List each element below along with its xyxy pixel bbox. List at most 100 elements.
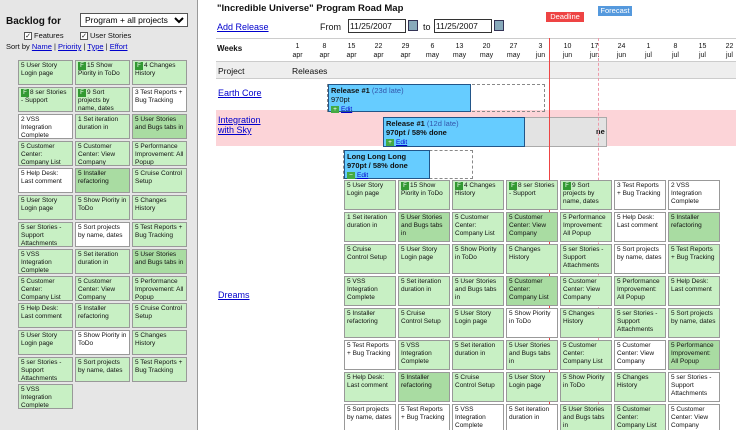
story-card[interactable]: 5 Help Desk: Last comment <box>18 303 73 328</box>
story-card[interactable]: 5 Test Reports + Bug Tracking <box>344 340 396 370</box>
story-card[interactable]: 5 VSS Integration Complete <box>18 249 73 274</box>
story-card[interactable]: 5 ser Stories - Support Attachments <box>668 372 720 402</box>
story-card[interactable]: 5 User Story Login page <box>344 180 396 210</box>
story-card[interactable]: 5 Customer Center: View Company <box>75 141 130 166</box>
story-card[interactable]: 1 Set iteration duration in <box>344 212 396 242</box>
story-card[interactable]: 5 Customer Center: Company List <box>614 404 666 430</box>
story-card[interactable]: 5 Set iteration duration in <box>452 340 504 370</box>
story-card[interactable]: 5 VSS Integration Complete <box>452 404 504 430</box>
story-card[interactable]: 5 Changes History <box>132 330 187 355</box>
add-icon[interactable]: − <box>347 172 355 179</box>
sort-type-link[interactable]: Type <box>87 42 103 51</box>
features-checkbox[interactable]: ✓ <box>24 31 32 40</box>
story-card[interactable]: 5 Installer refactoring <box>75 303 130 328</box>
story-card[interactable]: 5 VSS Integration Complete <box>398 340 450 370</box>
story-card[interactable]: F4 Changes History <box>452 180 504 210</box>
edit-link[interactable]: Edit <box>341 106 352 113</box>
add-release-link[interactable]: Add Release <box>217 22 269 32</box>
story-card[interactable]: 5 Changes History <box>560 308 612 338</box>
sort-effort-link[interactable]: Effort <box>110 42 128 51</box>
story-card[interactable]: F8 ser Stories - Support <box>506 180 558 210</box>
story-card[interactable]: F9 Sort projects by name, dates <box>560 180 612 210</box>
project-earth-core[interactable]: Earth Core <box>218 88 262 98</box>
story-card[interactable]: 2 VSS Integration Complete <box>668 180 720 210</box>
story-card[interactable]: 5 Sort projects by name, dates <box>614 244 666 274</box>
story-card[interactable]: 5 ser Stories - Support Attachments <box>18 222 73 247</box>
story-card[interactable]: 1 Set iteration duration in <box>75 114 130 139</box>
story-card[interactable]: 5 Help Desk: Last comment <box>18 168 73 193</box>
story-card[interactable]: 5 Customer Center: View Company <box>614 340 666 370</box>
story-card[interactable]: 3 Test Reports + Bug Tracking <box>132 87 187 112</box>
story-card[interactable]: 5 Show Piority in ToDo <box>452 244 504 274</box>
story-card[interactable]: 5 Cruise Control Setup <box>132 168 187 193</box>
story-card[interactable]: 5 User Story Login page <box>398 244 450 274</box>
edit-link[interactable]: Edit <box>396 139 407 146</box>
story-card[interactable]: 5 Performance Improvement: All Popup <box>132 141 187 166</box>
story-card[interactable]: 5 Cruise Control Setup <box>398 308 450 338</box>
story-card[interactable]: 5 Installer refactoring <box>668 212 720 242</box>
story-card[interactable]: 3 Test Reports + Bug Tracking <box>614 180 666 210</box>
sort-priority-link[interactable]: Priority <box>58 42 81 51</box>
story-card[interactable]: 5 Customer Center: View Company <box>75 276 130 301</box>
features-filter[interactable]: ✓ Features <box>24 31 64 40</box>
story-card[interactable]: 5 Customer Center: Company List <box>506 276 558 306</box>
story-card[interactable]: 5 Performance Improvement: All Popup <box>560 212 612 242</box>
story-card[interactable]: 5 Set iteration duration in <box>506 404 558 430</box>
story-card[interactable]: 5 User Stories and Bugs tabs in <box>560 404 612 430</box>
story-card[interactable]: 5 User Story Login page <box>18 330 73 355</box>
story-card[interactable]: 5 Performance Improvement: All Popup <box>614 276 666 306</box>
story-card[interactable]: 5 Installer refactoring <box>344 308 396 338</box>
story-card[interactable]: 5 ser Stories - Support Attachments <box>614 308 666 338</box>
story-card[interactable]: 5 Set iteration duration in <box>75 249 130 274</box>
story-card[interactable]: 2 VSS Integration Complete <box>18 114 73 139</box>
story-card[interactable]: 5 Customer Center: Company List <box>18 141 73 166</box>
story-card[interactable]: 5 User Story Login page <box>18 195 73 220</box>
story-card[interactable]: 5 Customer Center: View Company <box>560 276 612 306</box>
story-card[interactable]: 5 Changes History <box>132 195 187 220</box>
story-card[interactable]: 5 Sort projects by name, dates <box>668 308 720 338</box>
story-card[interactable]: 5 Show Piority in ToDo <box>506 308 558 338</box>
story-card[interactable]: 5 ser Stories - Support Attachments <box>18 357 73 382</box>
story-card[interactable]: 5 Customer Center: View Company <box>506 212 558 242</box>
story-card[interactable]: F 15 Show Piority in ToDo <box>398 180 450 210</box>
stories-filter[interactable]: ✓ User Stories <box>80 31 131 40</box>
story-card[interactable]: 5 ser Stories - Support Attachments <box>560 244 612 274</box>
story-card[interactable]: 5 User Stories and Bugs tabs in <box>506 340 558 370</box>
story-card[interactable]: 5 User Stories and Bugs tabs in <box>132 114 187 139</box>
project-dreams[interactable]: Dreams <box>218 290 250 300</box>
story-card[interactable]: 5 Show Piority in ToDo <box>560 372 612 402</box>
release-card[interactable]: Release #1 (12d late) 970pt / 58% done +… <box>383 117 525 147</box>
story-card[interactable]: 5 Installer refactoring <box>75 168 130 193</box>
project-integration-with-sky[interactable]: Integration with Sky <box>218 115 278 135</box>
story-card[interactable]: F 15 Show Piority in ToDo <box>75 60 130 85</box>
story-card[interactable]: 5 Help Desk: Last comment <box>668 276 720 306</box>
story-card[interactable]: 5 Help Desk: Last comment <box>614 212 666 242</box>
release-card[interactable]: Long Long Long 970pt / 58% done − Edit <box>344 150 430 179</box>
story-card[interactable]: 5 User Stories and Bugs tabs in <box>398 212 450 242</box>
calendar-icon[interactable] <box>408 20 418 31</box>
story-card[interactable]: 5 Customer Center: View Company <box>668 404 720 430</box>
add-icon[interactable]: + <box>386 139 394 146</box>
story-card[interactable]: 5 Customer Center: Company List <box>560 340 612 370</box>
story-card[interactable]: 5 Sort projects by name, dates <box>75 222 130 247</box>
story-card[interactable]: F4 Changes History <box>132 60 187 85</box>
add-icon[interactable]: + <box>331 106 339 113</box>
story-card[interactable]: 5 Show Piority in ToDo <box>75 330 130 355</box>
story-card[interactable]: 5 VSS Integration Complete <box>344 276 396 306</box>
story-card[interactable]: 5 Sort projects by name, dates <box>75 357 130 382</box>
story-card[interactable]: 5 Set iteration duration in <box>398 276 450 306</box>
calendar-icon[interactable] <box>494 20 504 31</box>
from-date-input[interactable]: 11/25/2007 <box>348 19 406 33</box>
story-card[interactable]: 5 Test Reports + Bug Tracking <box>132 357 187 382</box>
story-card[interactable]: 5 User Stories and Bugs tabs in <box>452 276 504 306</box>
stories-checkbox[interactable]: ✓ <box>80 31 88 40</box>
story-card[interactable]: 5 Customer Center: Company List <box>18 276 73 301</box>
story-card[interactable]: F8 ser Stories - Support <box>18 87 73 112</box>
story-card[interactable]: 5 Changes History <box>506 244 558 274</box>
sort-name-link[interactable]: Name <box>32 42 52 51</box>
story-card[interactable]: 5 Test Reports + Bug Tracking <box>668 244 720 274</box>
story-card[interactable]: 5 Changes History <box>614 372 666 402</box>
story-card[interactable]: 5 Sort projects by name, dates <box>344 404 396 430</box>
story-card[interactable]: 5 User Stories and Bugs tabs in <box>132 249 187 274</box>
story-card[interactable]: 5 Customer Center: Company List <box>452 212 504 242</box>
